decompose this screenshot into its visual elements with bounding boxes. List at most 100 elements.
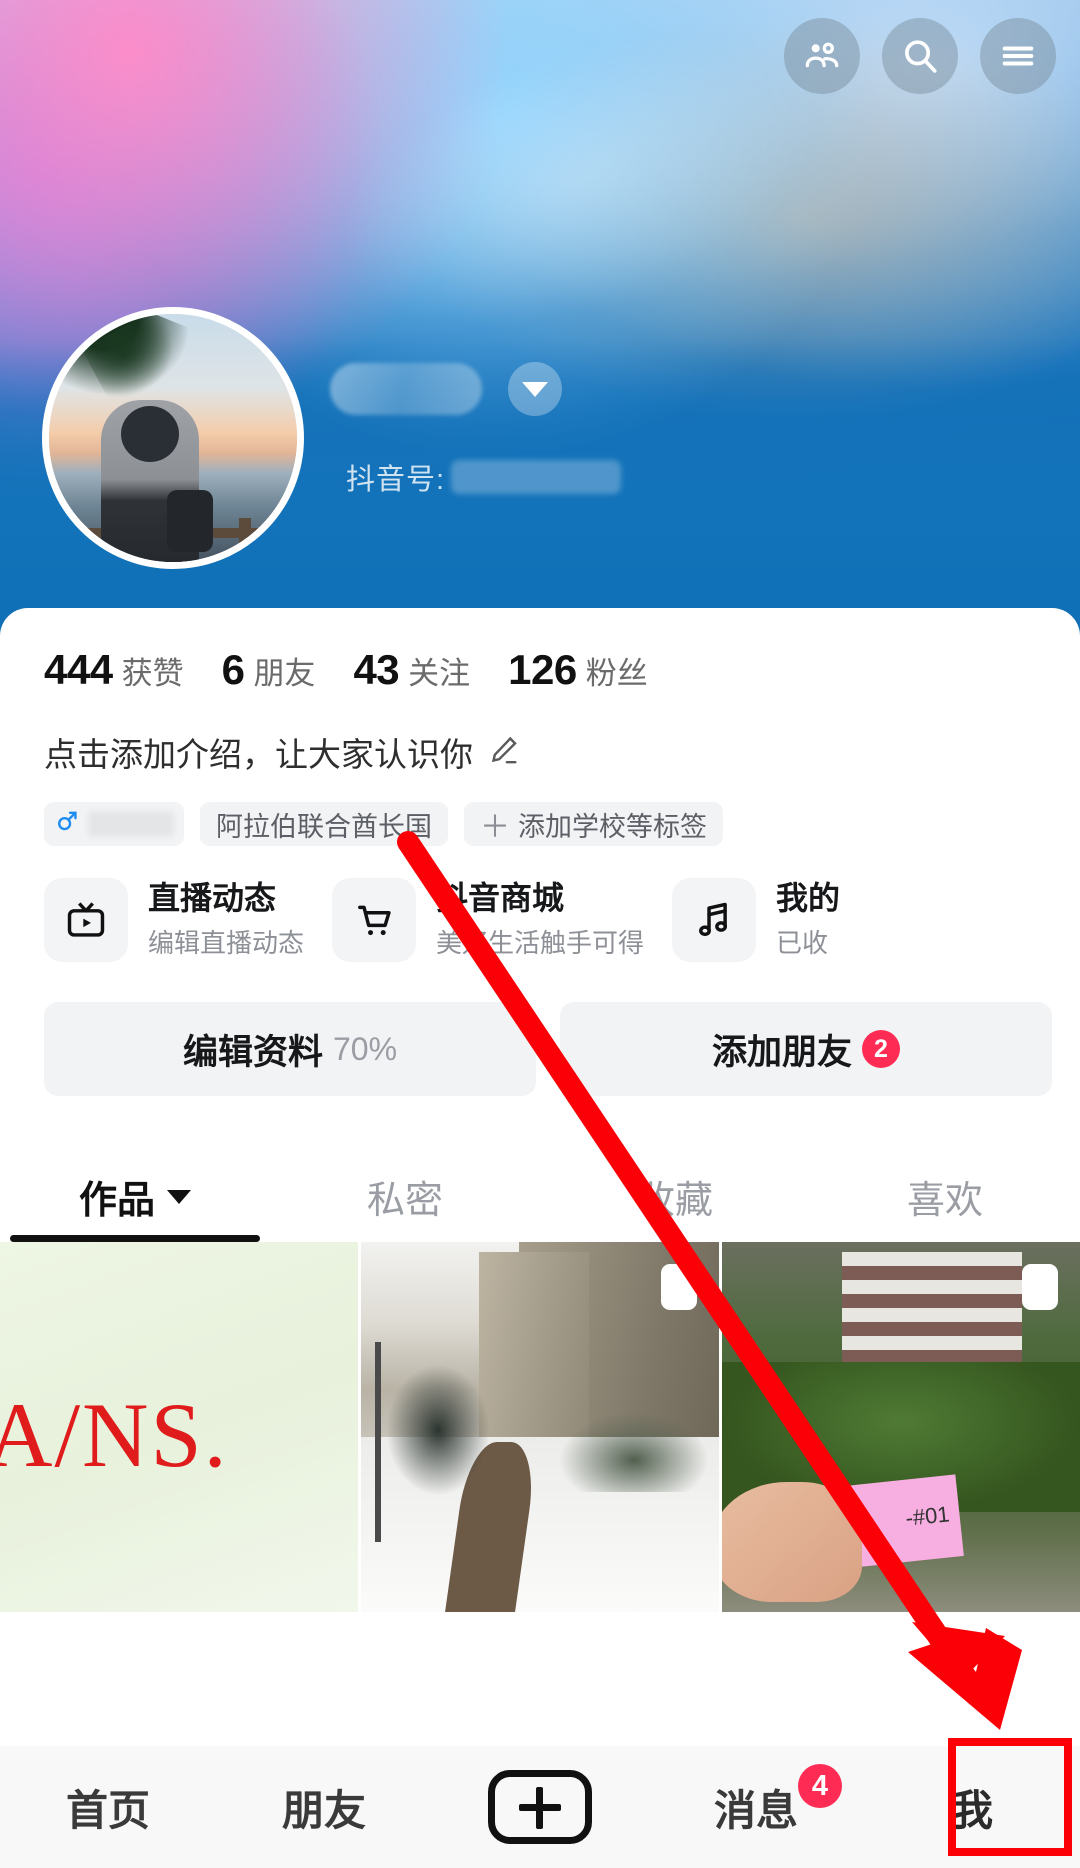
thumb3-hand [722, 1482, 862, 1602]
video-thumb-3-text: -#01 [904, 1501, 951, 1531]
video-thumb-2[interactable] [361, 1242, 722, 1612]
card-shop-text: 抖音商城 美好生活触手可得 [436, 880, 644, 961]
stat-likes-value: 444 [44, 646, 113, 693]
thumb2-bush [559, 1412, 709, 1492]
video-thumb-1-image: A/NS. [0, 1242, 358, 1612]
add-friend-badge: 2 [862, 1030, 900, 1068]
username-row[interactable] [330, 362, 562, 416]
tag-gender-blurred [88, 811, 174, 837]
card-music[interactable]: 我的 已收 [672, 878, 840, 962]
menu-icon-button[interactable] [980, 18, 1056, 94]
search-icon [899, 35, 941, 77]
tab-works-label: 作品 [78, 1180, 155, 1222]
shop-cart-icon [332, 878, 417, 962]
nav-messages[interactable]: 消息 4 [648, 1746, 864, 1868]
stat-friends-label: 朋友 [253, 656, 316, 691]
nav-messages-label: 消息 [713, 1786, 798, 1834]
quick-cards-row: 直播动态 编辑直播动态 抖音商城 美好生活触手可得 我的 已收 [0, 846, 1080, 962]
card-live-subtitle: 编辑直播动态 [148, 928, 305, 959]
tab-works[interactable]: 作品 [0, 1169, 270, 1242]
video-thumb-3[interactable]: -#01 [722, 1242, 1080, 1612]
bottom-navigation: 首页 朋友 消息 4 我 [0, 1738, 1080, 1868]
video-thumb-1-text: A/NS. [0, 1384, 229, 1486]
tag-add-school-label: 添加学校等标签 [518, 811, 707, 842]
edit-profile-percent: 70% [332, 1030, 398, 1067]
menu-icon [998, 36, 1038, 76]
music-note-icon [672, 878, 757, 962]
thumb2-pole [375, 1342, 381, 1542]
card-live-title: 直播动态 [148, 879, 277, 916]
thumb3-wall [842, 1252, 1022, 1362]
card-shop-title: 抖音商城 [436, 879, 565, 916]
bio-row[interactable]: 点击添加介绍，让大家认识你 [0, 694, 1080, 776]
stat-followers-value: 126 [508, 646, 577, 693]
search-icon-button[interactable] [882, 18, 958, 94]
stat-likes-label: 获赞 [121, 656, 184, 691]
stats-row: 444 获赞 6 朋友 43 关注 126 粉丝 [0, 608, 1080, 694]
profile-sheet: 444 获赞 6 朋友 43 关注 126 粉丝 点击添加介绍，让大家认识你 阿… [0, 608, 1080, 1868]
tab-active-underline [10, 1235, 260, 1242]
douyin-id-blurred [451, 460, 622, 494]
card-live[interactable]: 直播动态 编辑直播动态 [44, 878, 304, 962]
edit-profile-label: 编辑资料 [182, 1032, 323, 1072]
multi-video-icon [652, 1264, 697, 1311]
nav-home-label: 首页 [65, 1786, 150, 1834]
nav-messages-badge: 4 [798, 1764, 842, 1808]
stat-following[interactable]: 43 关注 [353, 646, 470, 694]
content-tabs: 作品 私密 收藏 喜欢 [0, 1130, 1080, 1242]
nav-home[interactable]: 首页 [0, 1746, 216, 1868]
video-grid: A/NS. -#01 [0, 1242, 1080, 1612]
thumb2-tree [383, 1360, 493, 1500]
add-friend-button[interactable]: 添加朋友 2 [560, 1002, 1052, 1096]
avatar-post-b [239, 518, 251, 562]
douyin-id-row[interactable]: 抖音号: [346, 456, 622, 498]
tag-gender[interactable] [44, 802, 184, 846]
stat-following-value: 43 [353, 646, 400, 693]
chevron-down-icon[interactable] [508, 362, 562, 416]
card-music-text: 我的 已收 [776, 880, 840, 961]
avatar[interactable] [42, 307, 304, 569]
male-icon [54, 808, 80, 841]
edit-profile-button[interactable]: 编辑资料 70% [44, 1002, 536, 1096]
tag-add-school[interactable]: ＋ 添加学校等标签 [464, 802, 723, 846]
stat-likes[interactable]: 444 获赞 [44, 646, 184, 694]
tag-location[interactable]: 阿拉伯联合酋长国 [200, 802, 448, 846]
plus-icon: ＋ [480, 811, 510, 844]
friends-icon-button[interactable] [784, 18, 860, 94]
tab-likes-label: 喜欢 [906, 1180, 983, 1222]
nav-friends[interactable]: 朋友 [216, 1746, 432, 1868]
bio-text: 点击添加介绍，让大家认识你 [44, 736, 473, 773]
tag-location-label: 阿拉伯联合酋长国 [216, 811, 432, 842]
plus-icon-button[interactable] [488, 1770, 592, 1844]
douyin-profile-screen: 抖音号: 444 获赞 6 朋友 43 关注 126 粉丝 点击添加介绍，让大家… [0, 0, 1080, 1868]
stat-friends[interactable]: 6 朋友 [222, 646, 316, 694]
tab-favorites-label: 收藏 [636, 1180, 713, 1222]
stat-followers[interactable]: 126 粉丝 [508, 646, 648, 694]
video-thumb-1[interactable]: A/NS. [0, 1242, 361, 1612]
pencil-icon[interactable] [487, 733, 521, 772]
avatar-person-head [121, 406, 179, 462]
nav-friends-label: 朋友 [281, 1786, 366, 1834]
nav-create[interactable] [432, 1746, 648, 1868]
tab-private-label: 私密 [366, 1180, 443, 1222]
tags-row: 阿拉伯联合酋长国 ＋ 添加学校等标签 [0, 776, 1080, 846]
stat-friends-value: 6 [221, 646, 245, 693]
live-tv-icon [44, 878, 128, 962]
card-music-subtitle: 已收 [776, 928, 829, 959]
card-shop-subtitle: 美好生活触手可得 [436, 928, 645, 959]
multi-video-icon-2 [1013, 1264, 1058, 1311]
douyin-id-label: 抖音号: [346, 464, 446, 496]
tab-likes[interactable]: 喜欢 [810, 1169, 1080, 1242]
tab-private[interactable]: 私密 [270, 1169, 540, 1242]
stat-following-label: 关注 [408, 656, 471, 691]
avatar-bag [167, 490, 213, 552]
stat-followers-label: 粉丝 [585, 656, 648, 691]
username-blurred [330, 363, 482, 415]
card-live-text: 直播动态 编辑直播动态 [148, 880, 304, 961]
card-shop[interactable]: 抖音商城 美好生活触手可得 [332, 878, 644, 962]
friends-icon [801, 35, 843, 77]
nav-me[interactable]: 我 [864, 1746, 1080, 1868]
tab-favorites[interactable]: 收藏 [540, 1169, 810, 1242]
add-friend-label: 添加朋友 [711, 1032, 852, 1072]
chevron-down-icon-tab[interactable] [167, 1189, 191, 1204]
